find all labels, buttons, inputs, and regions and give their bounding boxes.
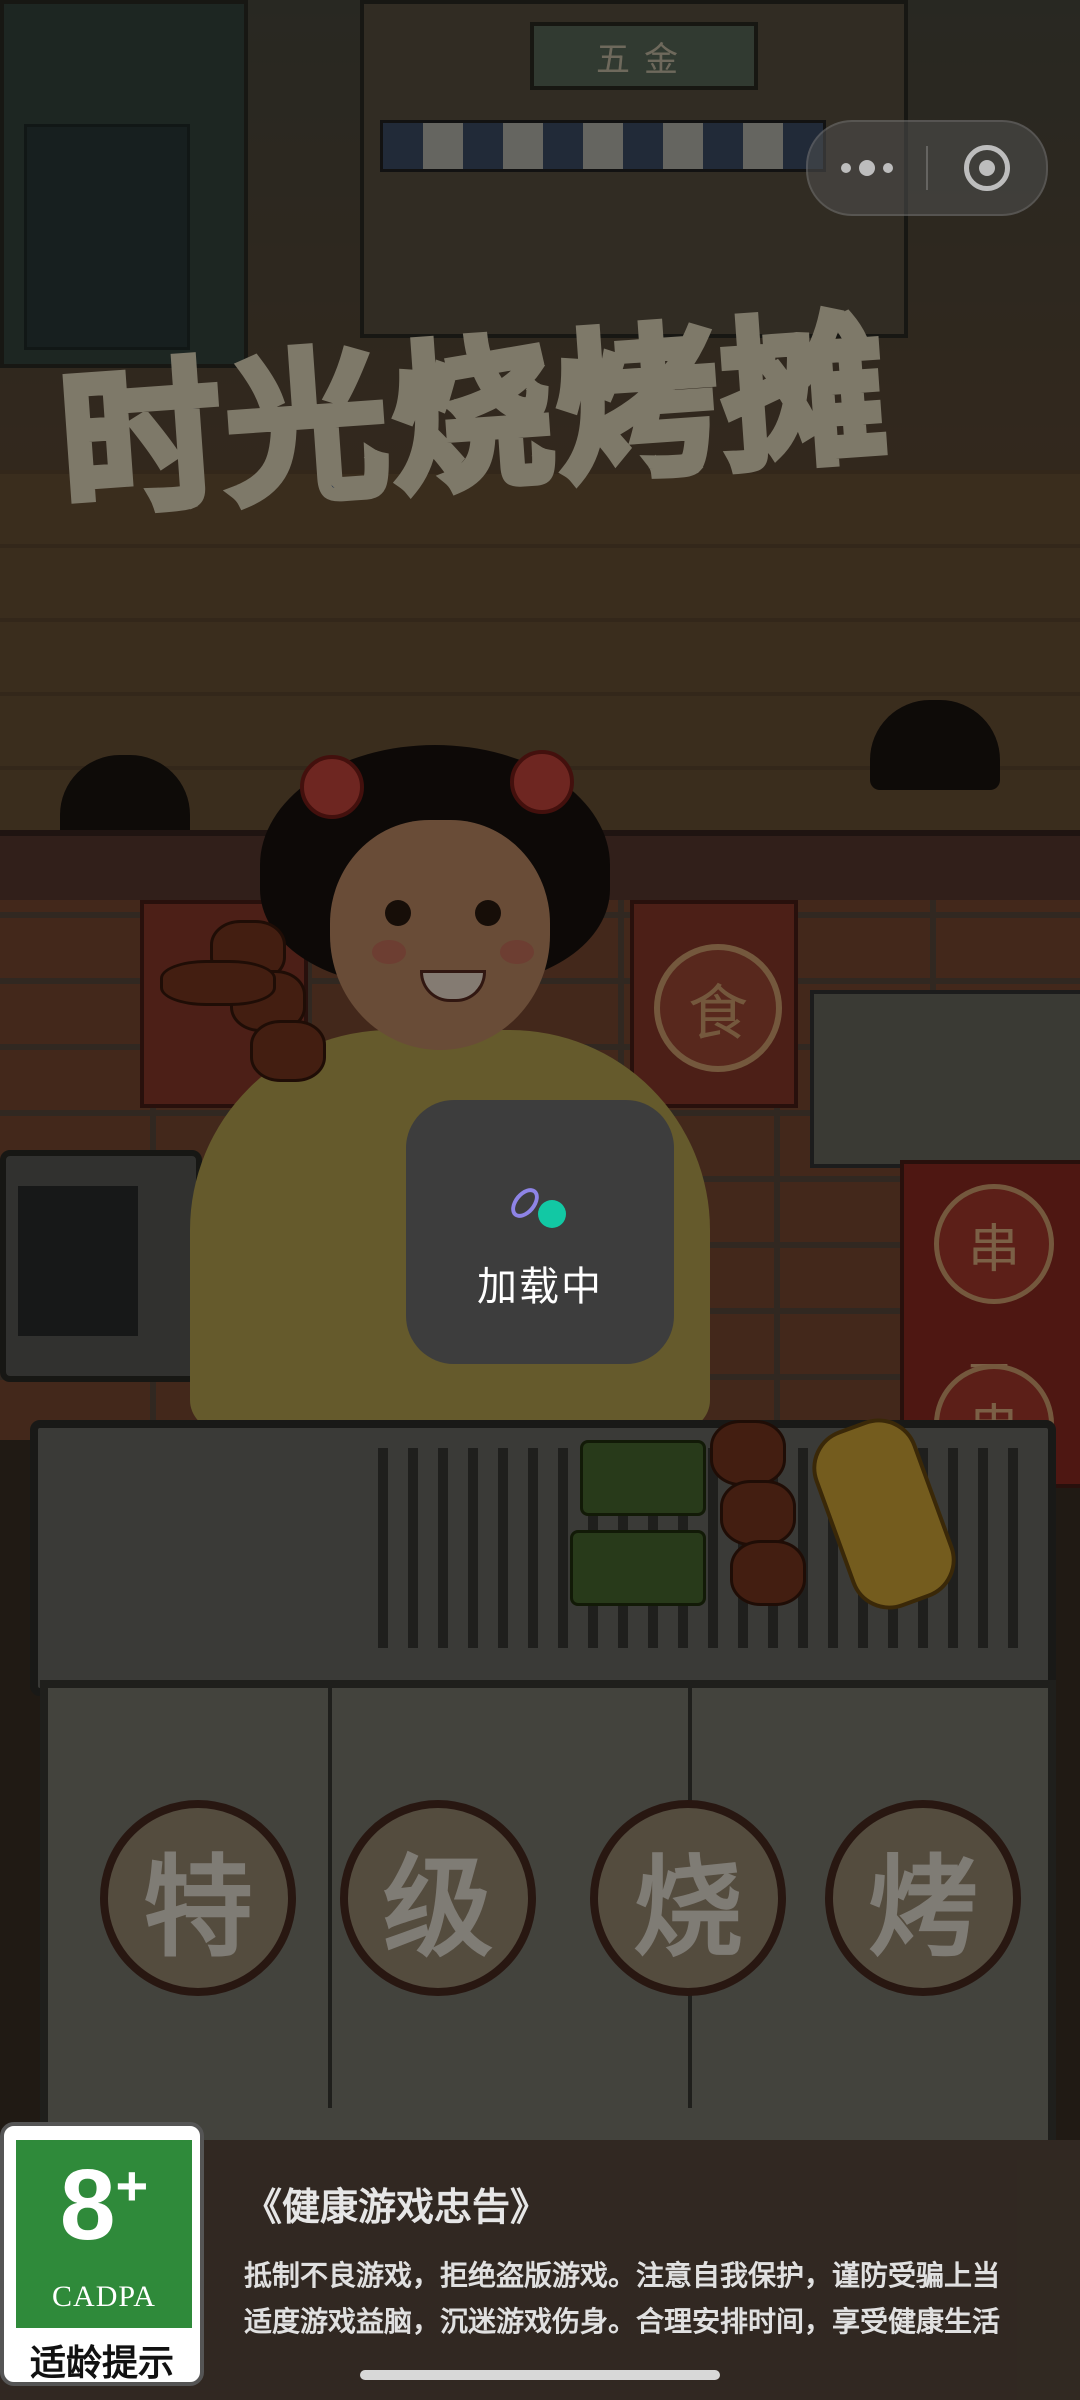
mini-program-capsule	[806, 120, 1048, 216]
spinner-dot	[538, 1200, 566, 1228]
shop-awning	[380, 120, 826, 172]
grill-badge: 烤	[825, 1800, 1021, 1996]
green-skewer	[570, 1530, 706, 1606]
loading-text: 加载中	[477, 1264, 603, 1310]
age-rating-badge[interactable]: 8+ CADPA 适龄提示	[0, 2122, 204, 2386]
red-banner-center: 食	[630, 900, 798, 1108]
loading-toast: 加载中	[406, 1100, 674, 1364]
grill-badge: 烧	[590, 1800, 786, 1996]
home-indicator[interactable]	[360, 2370, 720, 2380]
meat-skewers	[150, 900, 350, 1130]
mushroom-skewer	[710, 1420, 786, 1486]
microwave-oven	[0, 1150, 202, 1382]
girl-eye	[385, 900, 411, 926]
banner-medal: 食	[654, 944, 782, 1072]
hair-bow-left	[300, 755, 364, 819]
more-dots-icon	[859, 160, 875, 176]
microwave-window	[18, 1186, 138, 1336]
advisory-title: 《健康游戏忠告》	[244, 2185, 549, 2229]
age-rating-panel: 8+ CADPA	[16, 2140, 192, 2328]
mushroom-skewer	[730, 1540, 806, 1606]
shrimp	[160, 960, 276, 1006]
game-title: 时光烧烤摊	[51, 291, 900, 543]
age-rating-number: 8+	[59, 2149, 149, 2261]
advisory-line: 抵制不良游戏，拒绝盗版游戏。注意自我保护，谨防受骗上当	[244, 2259, 1001, 2292]
mushroom-skewer	[720, 1480, 796, 1546]
hair-bow-right	[510, 750, 574, 814]
cabinet-divider	[328, 1688, 332, 2108]
girl-cheek	[500, 940, 534, 964]
advisory-line: 适度游戏益脑，沉迷游戏伤身。合理安排时间，享受健康生活	[244, 2305, 1001, 2338]
age-rating-org: CADPA	[52, 2280, 156, 2313]
close-button[interactable]	[928, 122, 1046, 214]
grill-badge: 特	[100, 1800, 296, 1996]
more-button[interactable]	[808, 122, 926, 214]
girl-eye	[475, 900, 501, 926]
more-dots-icon	[883, 163, 893, 173]
close-target-icon	[964, 145, 1010, 191]
health-advisory: 《健康游戏忠告》 抵制不良游戏，拒绝盗版游戏。注意自我保护，谨防受骗上当 适度游…	[244, 2176, 1074, 2345]
loading-spinner-icon	[505, 1182, 570, 1236]
girl-face	[330, 820, 550, 1050]
meat-piece	[250, 1020, 326, 1082]
shop-sign: 五金	[530, 22, 758, 90]
girl-cheek	[372, 940, 406, 964]
green-skewer	[580, 1440, 706, 1516]
grill-badge: 级	[340, 1800, 536, 1996]
age-rating-label: 适龄提示	[29, 2343, 174, 2384]
seafood-shelf	[810, 990, 1080, 1168]
more-dots-icon	[841, 163, 851, 173]
banner-char: 串	[934, 1184, 1054, 1304]
